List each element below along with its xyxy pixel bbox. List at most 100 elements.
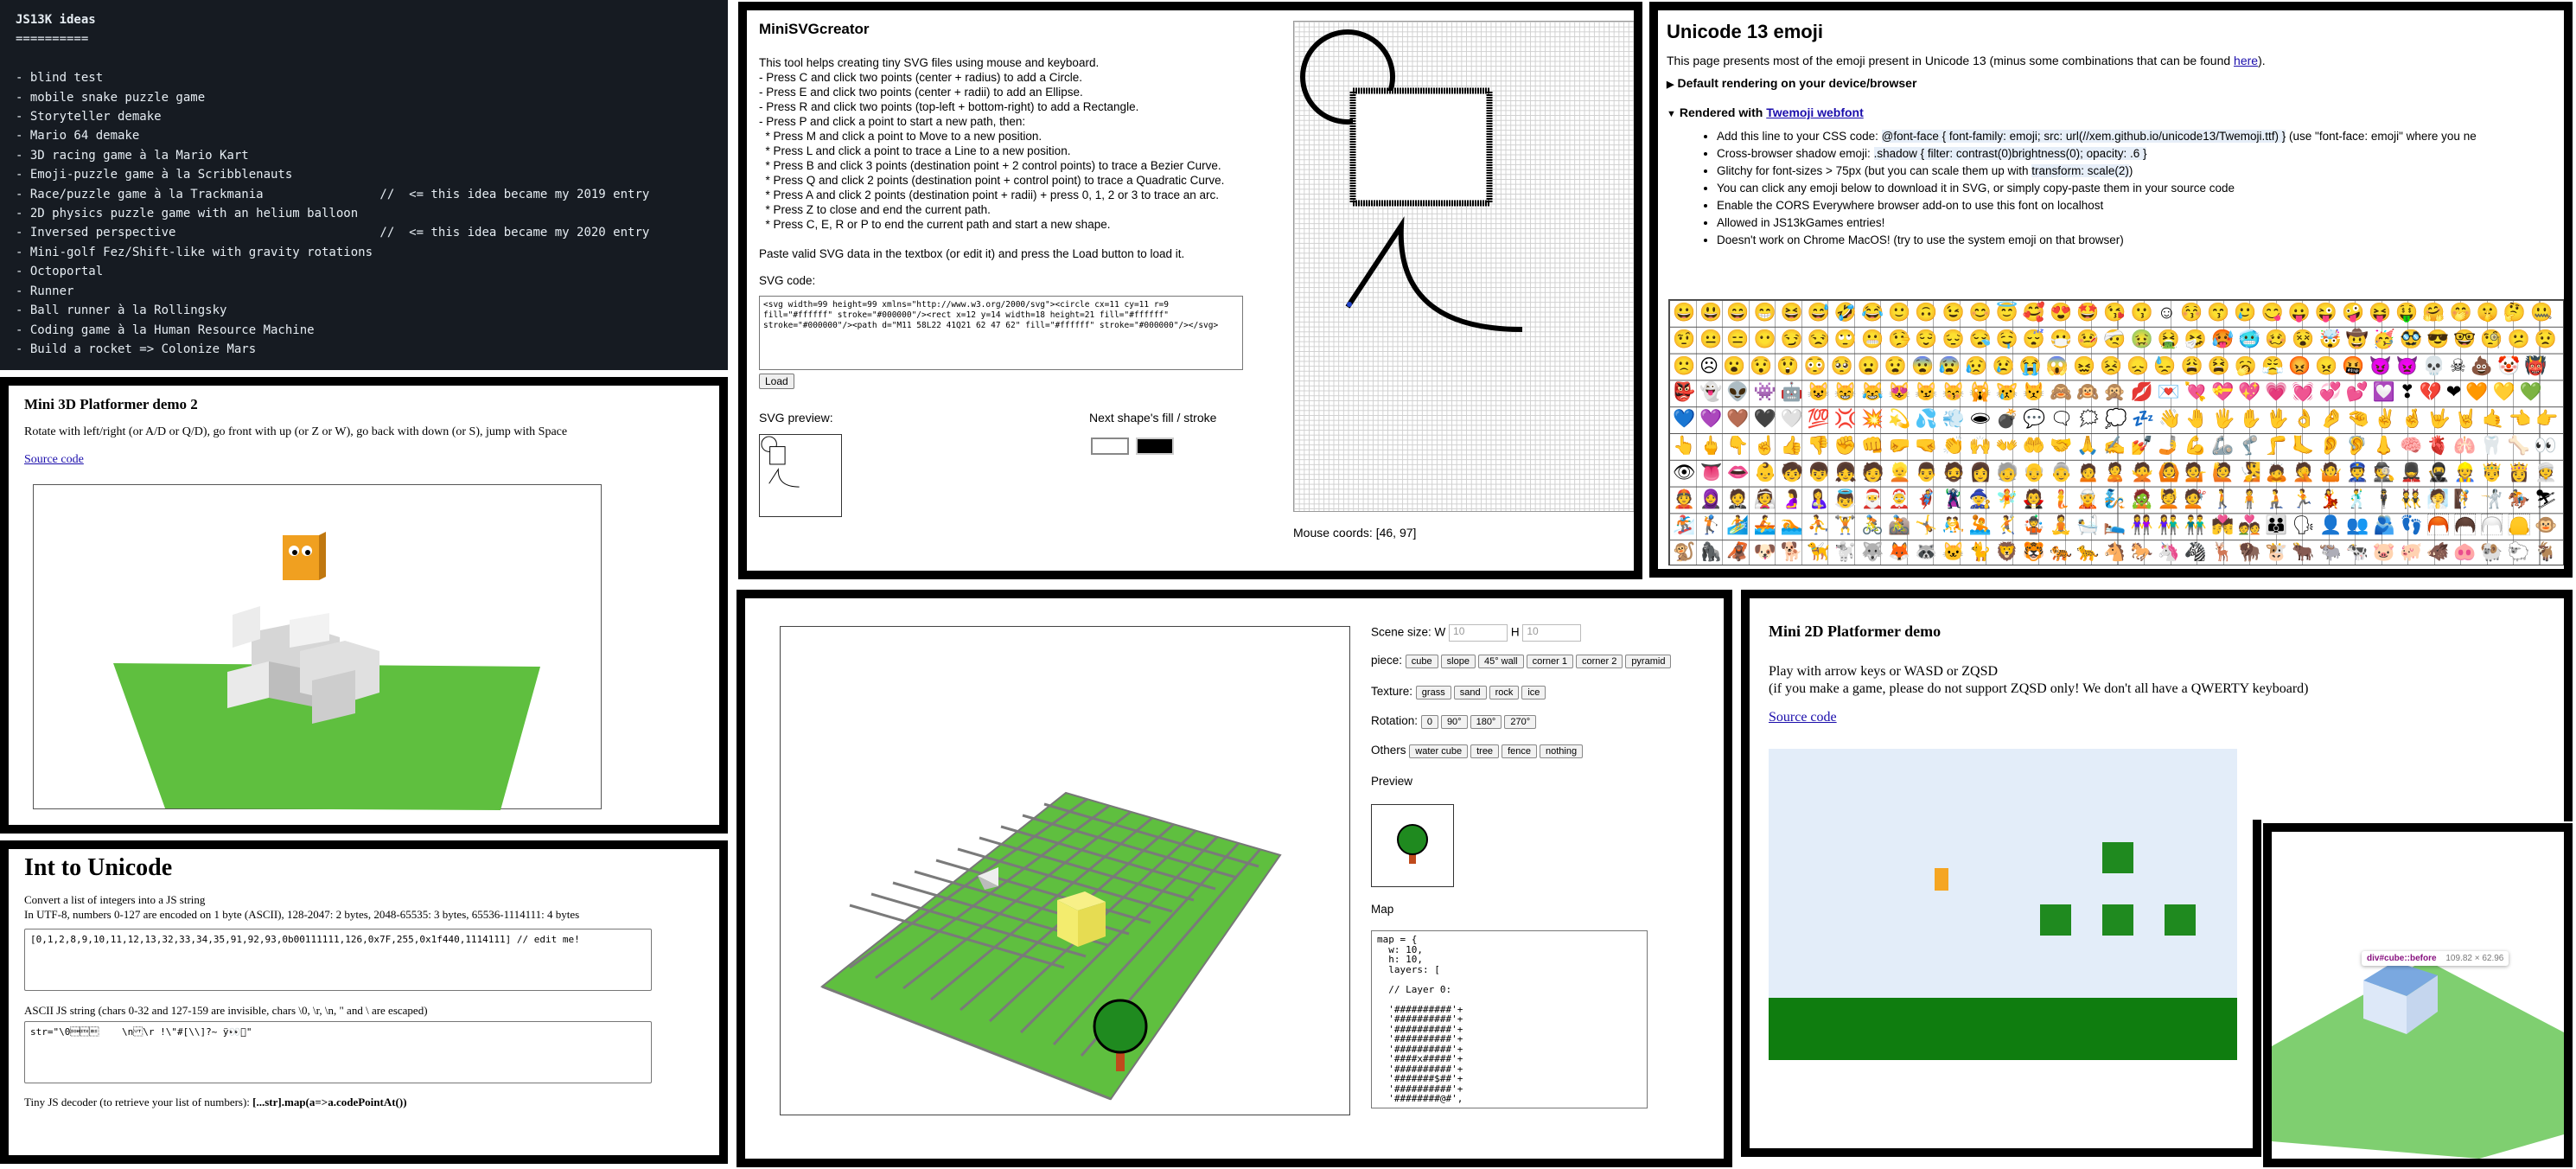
- svg-code-textarea[interactable]: <svg width=99 height=99 xmlns="http://ww…: [759, 296, 1243, 370]
- idea-item: - Race/puzzle game à la Trackmania // <=…: [16, 187, 650, 201]
- fill-color-swatch[interactable]: [1091, 438, 1129, 455]
- details-default-rendering[interactable]: ▶ Default rendering on your device/browse…: [1667, 76, 2555, 90]
- platform-block: [2102, 842, 2133, 873]
- description-line: In UTF-8, numbers 0-127 are encoded on 1…: [24, 908, 580, 921]
- tree-trunk: [1116, 1052, 1125, 1071]
- stroke-color-swatch[interactable]: [1136, 438, 1174, 455]
- rotation-90-button[interactable]: 90°: [1440, 715, 1468, 729]
- triangle-right-icon: ▶: [1667, 80, 1674, 90]
- svg-preview: [759, 434, 842, 517]
- idea-item: - Coding game à la Human Resource Machin…: [16, 323, 315, 337]
- source-code-link[interactable]: Source code: [1769, 710, 2545, 725]
- idea-item: - 2D physics puzzle game with an helium …: [16, 207, 359, 221]
- idea-item: - Inversed perspective // <= this idea b…: [16, 226, 650, 240]
- list-item: Add this line to your CSS code: @font-fa…: [1717, 128, 2555, 145]
- list-item: Allowed in JS13kGames entries!: [1717, 214, 2555, 232]
- idea-item: - Mario 64 demake: [16, 129, 140, 144]
- tree-button[interactable]: tree: [1470, 744, 1500, 758]
- rotation-0-button[interactable]: 0: [1420, 715, 1438, 729]
- decoder-label: Tiny JS decoder (to retrieve your list o…: [24, 1096, 250, 1108]
- page-title: Mini 2D Platformer demo: [1769, 623, 1942, 640]
- texture-ice-button[interactable]: ice: [1521, 686, 1546, 699]
- instructions: Rotate with left/right (or A/D or Q/D), …: [24, 425, 568, 438]
- description-line: Convert a list of integers into a JS str…: [24, 893, 206, 906]
- scene-height-input[interactable]: 10: [1522, 624, 1582, 642]
- ideas-panel: JS13K ideas ========== - blind test - mo…: [0, 0, 728, 370]
- piece-corner2-button[interactable]: corner 2: [1575, 655, 1623, 668]
- piece-pyramid-button[interactable]: pyramid: [1625, 655, 1672, 668]
- water-cube-button[interactable]: water cube: [1409, 744, 1469, 758]
- load-button[interactable]: Load: [759, 374, 794, 389]
- fence-button[interactable]: fence: [1502, 744, 1537, 758]
- player-pupil-left: [292, 550, 297, 555]
- rotation-180-button[interactable]: 180°: [1470, 715, 1502, 729]
- scene-3d: [820, 791, 1282, 1101]
- player-pupil-right: [305, 550, 310, 555]
- page-title: Int to Unicode: [24, 854, 173, 881]
- scene-3d: [113, 532, 540, 810]
- emoji-grid[interactable]: 😀😃😄😁😆😅🤣😂🙂🙃😉😊😇🥰😍🤩😘😗☺😚😙🥲😋😛😜🤪😝🤑🤗🤭🤫🤔🤐🤨😐😑😶😏😒🙄…: [1668, 299, 2564, 565]
- player-side: [319, 532, 326, 580]
- here-link[interactable]: here: [2234, 54, 2258, 67]
- piece-45-wall-button[interactable]: 45° wall: [1477, 655, 1524, 668]
- list-item: Glitchy for font-sizes > 75px (but you c…: [1717, 163, 2555, 180]
- scene-editor-panel: Scene size: W 10 H 10 piece: cube slope 45…: [736, 590, 1732, 1167]
- page-title: Mini 3D Platformer demo 2: [24, 396, 198, 412]
- scene-viewport[interactable]: [780, 626, 1350, 1115]
- player: [1935, 868, 1948, 891]
- cube-scene: [2272, 960, 2564, 1159]
- details-twemoji[interactable]: ▼ Rendered with Twemoji webfont: [1667, 105, 2555, 119]
- intro-text: This page presents most of the emoji pre…: [1667, 54, 2266, 67]
- list-item: Cross-browser shadow emoji: .shadow { fi…: [1717, 145, 2555, 163]
- source-code-link[interactable]: Source code: [24, 453, 84, 466]
- game-canvas[interactable]: [1769, 749, 2237, 1060]
- platform-block: [2165, 904, 2196, 936]
- emoji-panel: Unicode 13 emoji This page presents most…: [1649, 2, 2573, 578]
- idea-item: - mobile snake puzzle game: [16, 90, 206, 105]
- ideas-text: JS13K ideas ========== - blind test - mo…: [16, 10, 712, 359]
- piece-cube-button[interactable]: cube: [1405, 655, 1438, 668]
- idea-item: - 3D racing game à la Mario Kart: [16, 148, 249, 163]
- scene-size-row: Scene size: W 10 H 10: [1371, 624, 1582, 642]
- texture-sand-button[interactable]: sand: [1453, 686, 1487, 699]
- cube-panel: div#cube::before 109.82 × 62.96: [2263, 823, 2573, 1167]
- piece-corner1-button[interactable]: corner 1: [1526, 655, 1573, 668]
- tree-preview-icon: [1397, 824, 1428, 864]
- mini-svg-creator-panel: MiniSVGcreator This tool helps creating …: [738, 2, 1642, 579]
- platform-block: [2102, 904, 2133, 936]
- idea-item: - Runner: [16, 284, 74, 298]
- rotation-270-button[interactable]: 270°: [1504, 715, 1537, 729]
- map-textarea[interactable]: map = { w: 10, h: 10, layers: [ // Layer…: [1371, 930, 1648, 1108]
- twemoji-link[interactable]: Twemoji webfont: [1766, 105, 1864, 119]
- list-item: You can click any emoji below to downloa…: [1717, 180, 2555, 197]
- preview-label: Preview: [1371, 775, 1413, 788]
- ground: [1769, 998, 2237, 1060]
- ascii-output[interactable]: str="\0 \n \r !\"#[\\]?~ ÿ👀􏿿": [24, 1021, 652, 1083]
- idea-item: - Build a rocket => Colonize Mars: [16, 342, 257, 356]
- game-canvas[interactable]: [33, 484, 602, 810]
- idea-item: - Mini-golf Fez/Shift-like with gravity …: [16, 245, 373, 259]
- piece-row: piece: cube slope 45° wall corner 1 corner 2…: [1371, 654, 1674, 668]
- fill-stroke-label: Next shape's fill / stroke: [1089, 411, 1217, 425]
- texture-row: Texture: grass sand rock ice: [1371, 685, 1548, 699]
- drawing-shapes: [1300, 29, 1523, 332]
- texture-rock-button[interactable]: rock: [1489, 686, 1520, 699]
- game-scene: [1769, 842, 2237, 1060]
- list-item: Doesn't work on Chrome MacOS! (try to us…: [1717, 232, 2555, 249]
- scene-width-input[interactable]: 10: [1449, 624, 1508, 642]
- drawing-canvas[interactable]: [1293, 21, 1634, 512]
- piece-slope-button[interactable]: slope: [1440, 655, 1476, 668]
- tooltip-size: 109.82 × 62.96: [2445, 954, 2504, 963]
- decoder-line: Tiny JS decoder (to retrieve your list o…: [24, 1096, 704, 1109]
- ascii-label: ASCII JS string (chars 0-32 and 127-159 …: [24, 1004, 428, 1017]
- nothing-button[interactable]: nothing: [1539, 744, 1584, 758]
- decoder-code: [...str].map(a=>a.codePointAt()): [252, 1096, 407, 1108]
- map-label: Map: [1371, 903, 1394, 916]
- texture-grass-button[interactable]: grass: [1415, 686, 1451, 699]
- platform-block: [2040, 904, 2071, 936]
- others-row: Others water cube tree fence nothing: [1371, 744, 1585, 758]
- instructions: Play with arrow keys or WASD or ZQSD: [1769, 664, 1999, 679]
- rotation-row: Rotation: 0 90° 180° 270°: [1371, 714, 1539, 729]
- player-character: [283, 535, 319, 580]
- integers-input[interactable]: [0,1,2,8,9,10,11,12,13,32,33,34,35,91,92…: [24, 929, 652, 991]
